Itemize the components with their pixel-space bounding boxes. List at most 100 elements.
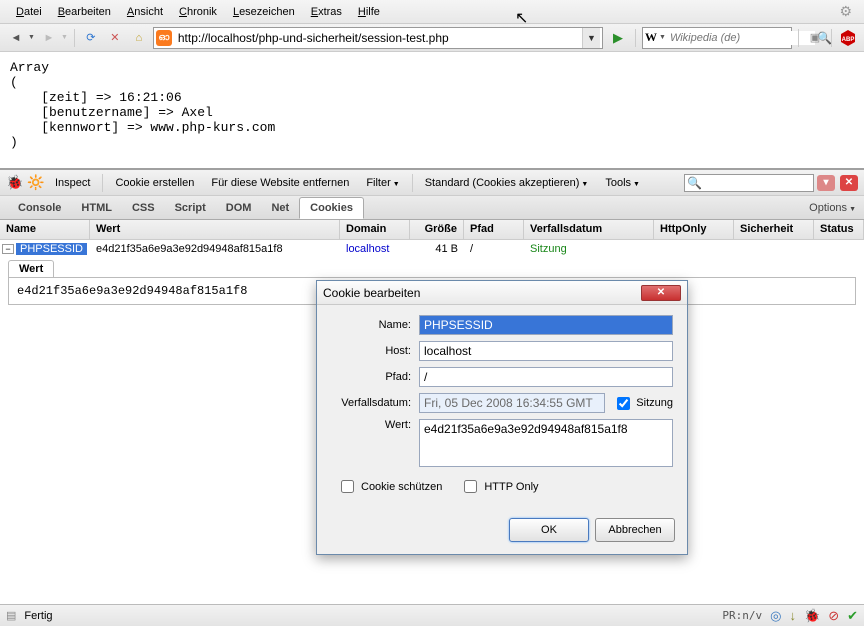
expand-toggle[interactable]: − — [2, 244, 14, 254]
checkbox-protect[interactable] — [341, 480, 354, 493]
wert-tab[interactable]: Wert — [8, 260, 54, 277]
tab-html[interactable]: HTML — [71, 198, 122, 218]
menu-datei[interactable]: Datei — [8, 3, 50, 21]
cookie-create-button[interactable]: Cookie erstellen — [108, 173, 201, 193]
menu-chronik[interactable]: Chronik — [171, 3, 225, 21]
settings-icon[interactable]: ⚙ — [839, 3, 856, 20]
input-path[interactable] — [419, 367, 673, 387]
tab-console[interactable]: Console — [8, 198, 71, 218]
col-domain[interactable]: Domain — [340, 220, 410, 239]
tools-button[interactable]: Tools▼ — [598, 173, 647, 193]
fb-search-icon: 🔍 — [687, 176, 702, 190]
cookie-edit-dialog: Cookie bearbeiten ✕ Name: Host: Pfad: Ve… — [316, 280, 688, 555]
tab-script[interactable]: Script — [165, 198, 216, 218]
cookie-expires: Sitzung — [524, 240, 654, 258]
inspect-button[interactable]: Inspect — [48, 173, 97, 193]
col-size[interactable]: Größe — [410, 220, 464, 239]
col-path[interactable]: Pfad — [464, 220, 524, 239]
reload-button[interactable]: ⟳ — [81, 28, 101, 48]
menu-hilfe[interactable]: Hilfe — [350, 3, 388, 21]
forward-dropdown[interactable]: ▼ — [61, 34, 68, 41]
firebug-tabs: Console HTML CSS Script DOM Net Cookies … — [0, 196, 864, 220]
cookie-name: PHPSESSID — [16, 243, 87, 255]
col-expires[interactable]: Verfallsdatum — [524, 220, 654, 239]
go-button[interactable]: ▶ — [607, 30, 629, 46]
forward-button[interactable]: ► — [39, 28, 59, 48]
menu-lesezeichen[interactable]: Lesezeichen — [225, 3, 303, 21]
url-input[interactable] — [176, 29, 582, 47]
search-engine-dropdown[interactable]: ▼ — [659, 34, 666, 41]
firebug-icon[interactable]: 🐞 — [6, 174, 24, 192]
search-box[interactable]: W ▼ 🔍 — [642, 27, 792, 49]
url-bar[interactable]: ഓ ▼ — [153, 27, 603, 49]
statusbar-text: Fertig — [24, 610, 52, 622]
cookie-wert: e4d21f35a6e9a3e92d94948af815a1f8 — [90, 240, 340, 258]
status-icon-error[interactable]: ⊘ — [828, 608, 839, 624]
page-content: Array ( [zeit] => 16:21:06 [benutzername… — [0, 52, 864, 168]
tab-cookies[interactable]: Cookies — [299, 197, 364, 219]
stop-button[interactable]: ✕ — [105, 28, 125, 48]
options-dropdown[interactable]: Options▼ — [809, 202, 856, 214]
statusbar-icon: ▤ — [6, 609, 16, 622]
pagerank-label: PR:n/v — [722, 609, 762, 622]
checkbox-session[interactable] — [617, 397, 630, 410]
cookie-domain[interactable]: localhost — [340, 240, 410, 258]
label-path: Pfad: — [331, 371, 411, 383]
nav-toolbar: ◄ ▼ ► ▼ ⟳ ✕ ⌂ ഓ ▼ ▶ W ▼ 🔍 ▣ ABP — [0, 24, 864, 52]
menu-ansicht[interactable]: Ansicht — [119, 3, 171, 21]
clear-site-button[interactable]: Für diese Website entfernen — [204, 173, 356, 193]
back-button[interactable]: ◄ — [6, 28, 26, 48]
dialog-titlebar[interactable]: Cookie bearbeiten ✕ — [317, 281, 687, 305]
filter-button[interactable]: Filter▼ — [359, 173, 406, 193]
favicon-xampp-icon: ഓ — [156, 30, 172, 46]
menubar: Datei Bearbeiten Ansicht Chronik Lesezei… — [0, 0, 864, 24]
status-icon-check[interactable]: ✔ — [847, 608, 858, 624]
cookie-path: / — [464, 240, 524, 258]
label-name: Name: — [331, 319, 411, 331]
cookie-size: 41 B — [410, 240, 464, 258]
dialog-close-button[interactable]: ✕ — [641, 285, 681, 301]
label-httponly: HTTP Only — [484, 481, 538, 493]
tab-net[interactable]: Net — [261, 198, 299, 218]
label-protect: Cookie schützen — [361, 481, 442, 493]
home-button[interactable]: ⌂ — [129, 28, 149, 48]
cancel-button[interactable]: Abbrechen — [595, 518, 675, 542]
inspect-icon[interactable]: 🔆 — [27, 174, 45, 192]
svg-text:ABP: ABP — [842, 37, 855, 43]
firebug-minimize-button[interactable]: ▾ — [817, 175, 835, 191]
abp-icon[interactable]: ABP — [838, 28, 858, 48]
status-icon-bug[interactable]: 🐞 — [804, 608, 820, 624]
checkbox-httponly[interactable] — [464, 480, 477, 493]
wiki-icon: W — [645, 30, 657, 45]
col-security[interactable]: Sicherheit — [734, 220, 814, 239]
status-icon-download[interactable]: ↓ — [790, 608, 797, 623]
back-dropdown[interactable]: ▼ — [28, 34, 35, 41]
menu-bearbeiten[interactable]: Bearbeiten — [50, 3, 119, 21]
col-wert[interactable]: Wert — [90, 220, 340, 239]
ok-button[interactable]: OK — [509, 518, 589, 542]
col-status[interactable]: Status — [814, 220, 864, 239]
input-host[interactable] — [419, 341, 673, 361]
firebug-close-button[interactable]: ✕ — [840, 175, 858, 191]
tab-groups-icon[interactable]: ▣ — [805, 28, 825, 48]
tab-dom[interactable]: DOM — [216, 198, 262, 218]
cookie-table-header: Name Wert Domain Größe Pfad Verfallsdatu… — [0, 220, 864, 240]
label-expires: Verfallsdatum: — [331, 397, 411, 409]
input-name[interactable] — [419, 315, 673, 335]
menu-extras[interactable]: Extras — [303, 3, 350, 21]
input-wert[interactable] — [419, 419, 673, 467]
permissions-button[interactable]: Standard (Cookies akzeptieren)▼ — [418, 173, 596, 193]
label-wert: Wert: — [331, 419, 411, 431]
cookie-row[interactable]: − PHPSESSID e4d21f35a6e9a3e92d94948af815… — [0, 240, 864, 258]
firebug-toolbar: 🐞 🔆 Inspect Cookie erstellen Für diese W… — [0, 170, 864, 196]
firebug-search-input[interactable] — [684, 174, 814, 192]
input-expires — [419, 393, 605, 413]
statusbar: ▤ Fertig PR:n/v ◎ ↓ 🐞 ⊘ ✔ — [0, 604, 864, 626]
status-icon-globe[interactable]: ◎ — [770, 608, 781, 624]
search-input[interactable] — [668, 31, 815, 45]
col-name[interactable]: Name — [0, 220, 90, 239]
dialog-title: Cookie bearbeiten — [323, 286, 420, 300]
tab-css[interactable]: CSS — [122, 198, 165, 218]
url-dropdown[interactable]: ▼ — [582, 28, 600, 48]
col-httponly[interactable]: HttpOnly — [654, 220, 734, 239]
